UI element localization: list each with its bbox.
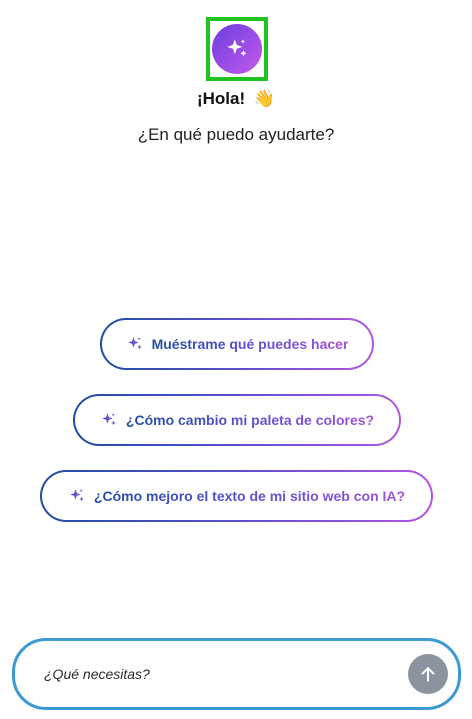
greeting-title: ¡Hola! 👋 (0, 89, 472, 109)
suggestion-chip-show-capabilities[interactable]: Muéstrame qué puedes hacer (100, 318, 374, 370)
sparkle-icon (126, 335, 144, 353)
arrow-up-icon (421, 667, 435, 682)
sparkle-icon (100, 411, 118, 429)
greeting-subtitle: ¿En qué puedo ayudarte? (137, 125, 335, 144)
sparkle-icon (227, 39, 247, 57)
chat-input-bar (12, 638, 461, 710)
assistant-avatar (212, 24, 262, 74)
sparkle-icon (68, 487, 86, 505)
waving-hand-icon: 👋 (253, 89, 276, 108)
greeting-text: ¡Hola! (196, 89, 246, 108)
send-button[interactable] (408, 654, 448, 694)
suggestion-chip-label: Muéstrame qué puedes hacer (151, 336, 349, 352)
suggestion-chip-improve-text[interactable]: ¿Cómo mejoro el texto de mi sitio web co… (40, 470, 433, 522)
suggestion-chip-label: ¿Cómo cambio mi paleta de colores? (125, 412, 375, 428)
assistant-avatar-focused[interactable] (206, 17, 268, 81)
chat-input[interactable] (42, 665, 408, 683)
suggestion-chip-change-palette[interactable]: ¿Cómo cambio mi paleta de colores? (73, 394, 401, 446)
suggestion-chip-label: ¿Cómo mejoro el texto de mi sitio web co… (93, 488, 406, 504)
